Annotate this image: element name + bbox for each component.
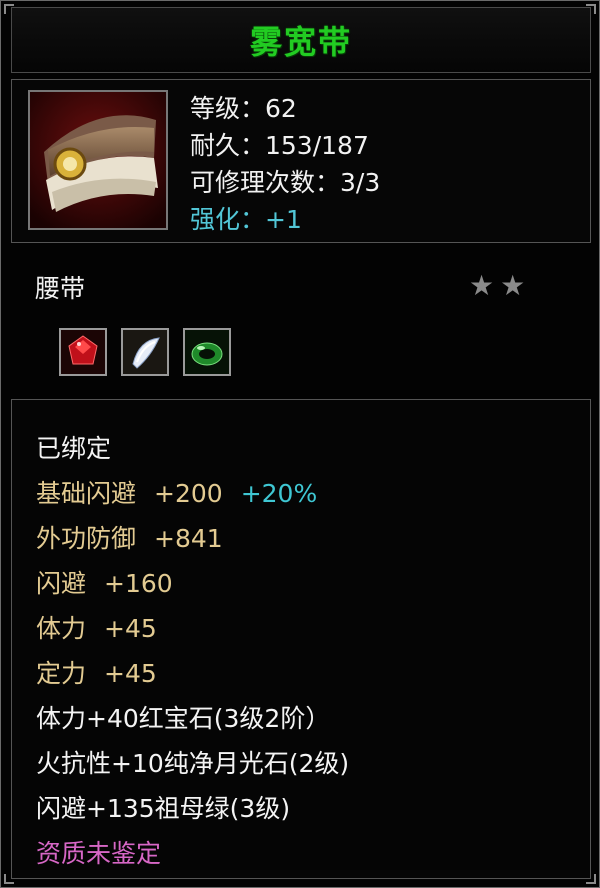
attributes-panel: 已绑定 基础闪避 +200 +20% 外功防御 +841 闪避 +160 体力 +45 定… bbox=[11, 399, 591, 879]
dodge-value: +160 bbox=[104, 569, 173, 598]
focus-value: +45 bbox=[104, 659, 157, 688]
quality-status: 资质未鉴定 bbox=[36, 839, 162, 868]
outer-defense-line: 外功防御 +841 bbox=[36, 516, 349, 561]
base-dodge-value: +200 bbox=[154, 479, 223, 508]
dodge-line: 闪避 +160 bbox=[36, 561, 349, 606]
item-stats: 等级：62 耐久：153/187 可修理次数：3/3 强化：+1 bbox=[190, 90, 380, 238]
repair-count-stat: 可修理次数：3/3 bbox=[190, 168, 381, 197]
gem-bonus-emerald: 闪避+135祖母绿(3级) bbox=[36, 794, 291, 823]
belt-icon bbox=[28, 90, 168, 230]
stamina-line: 体力 +45 bbox=[36, 606, 349, 651]
gem-bonus-moonstone: 火抗性+10纯净月光石(2级) bbox=[36, 749, 350, 778]
base-dodge-bonus: +20% bbox=[240, 479, 318, 508]
emerald-gem-icon[interactable] bbox=[183, 328, 231, 376]
moonstone-gem-icon[interactable] bbox=[121, 328, 169, 376]
item-info-panel: 等级：62 耐久：153/187 可修理次数：3/3 强化：+1 bbox=[11, 79, 591, 243]
level-stat: 等级：62 bbox=[190, 94, 297, 123]
base-dodge-label: 基础闪避 bbox=[36, 479, 137, 508]
focus-label: 定力 bbox=[36, 659, 87, 688]
enhance-stat: 强化：+1 bbox=[190, 205, 302, 234]
outer-defense-label: 外功防御 bbox=[36, 524, 137, 553]
gem-bonus-ruby: 体力+40红宝石(3级2阶） bbox=[36, 704, 331, 733]
focus-line: 定力 +45 bbox=[36, 651, 349, 696]
title-bar: 雾宽带 bbox=[11, 7, 591, 73]
dodge-label: 闪避 bbox=[36, 569, 87, 598]
bound-status: 已绑定 bbox=[36, 434, 112, 463]
star-rating-icon: ★★ bbox=[469, 269, 532, 302]
item-type-label: 腰带 bbox=[35, 274, 86, 303]
stamina-label: 体力 bbox=[36, 614, 87, 643]
item-name: 雾宽带 bbox=[249, 23, 352, 61]
base-dodge-line: 基础闪避 +200 +20% bbox=[36, 471, 349, 516]
item-tooltip: 雾宽带 等级：62 耐久：153/187 可修理次数：3/3 强化：+1 腰带 … bbox=[0, 0, 600, 888]
durability-stat: 耐久：153/187 bbox=[190, 131, 369, 160]
stamina-value: +45 bbox=[104, 614, 157, 643]
ruby-gem-icon[interactable] bbox=[59, 328, 107, 376]
outer-defense-value: +841 bbox=[154, 524, 223, 553]
